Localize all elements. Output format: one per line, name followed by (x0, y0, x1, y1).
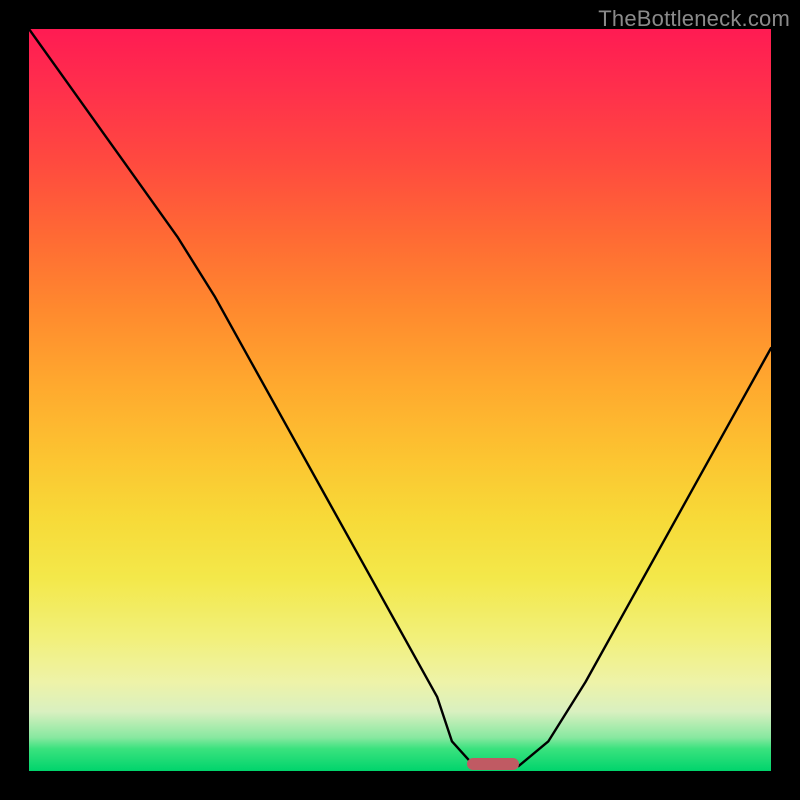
bottleneck-curve (29, 29, 771, 766)
plot-area (29, 29, 771, 771)
watermark-text: TheBottleneck.com (598, 6, 790, 32)
curve-overlay (29, 29, 771, 771)
chart-frame: TheBottleneck.com (0, 0, 800, 800)
optimal-range-marker (467, 758, 519, 770)
